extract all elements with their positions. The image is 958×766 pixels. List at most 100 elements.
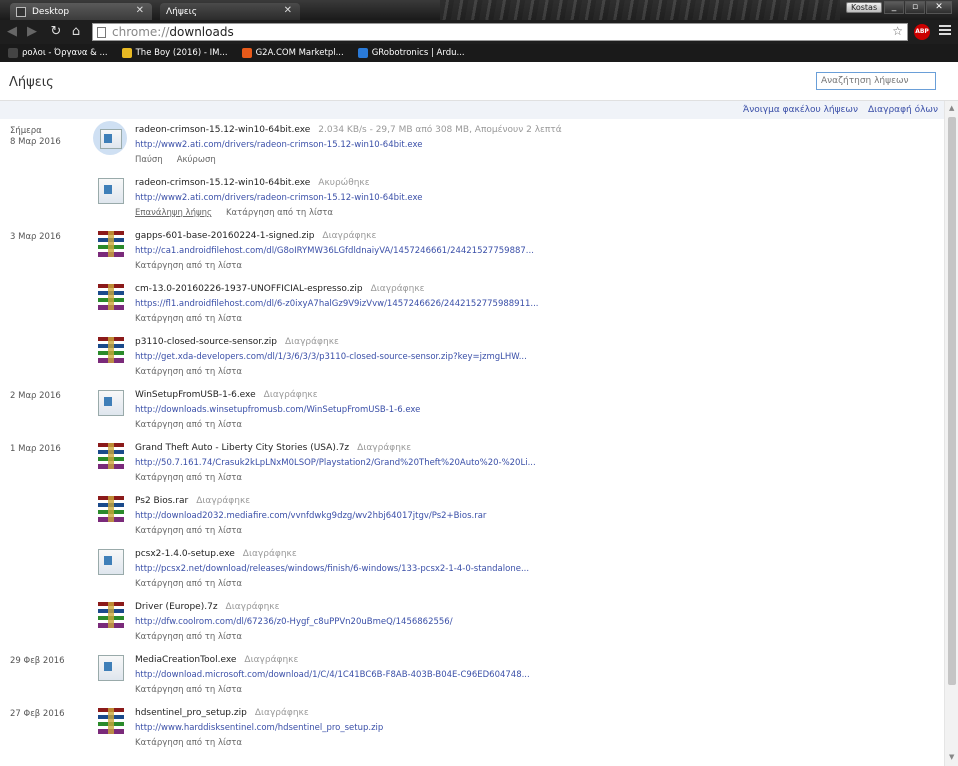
download-item: 3 Μαρ 2016 gapps-601-base-20160224-1-sign… <box>0 225 944 278</box>
chrome-menu-icon[interactable] <box>939 25 951 37</box>
executable-file-icon[interactable] <box>98 655 124 681</box>
download-actions: Κατάργηση από τη λίστα <box>135 367 256 377</box>
adblock-plus-icon[interactable]: ABP <box>914 24 930 40</box>
bookmarks-bar: ρολοι - Όργανα & ... The Boy (2016) - IM… <box>0 44 958 62</box>
download-action-link[interactable]: Κατάργηση από τη λίστα <box>135 367 242 377</box>
download-file-name[interactable]: Driver (Europe).7z Διαγράφηκε <box>135 602 279 612</box>
download-source-url[interactable]: http://dfw.coolrom.com/dl/67236/z0-Hygf_… <box>135 617 453 627</box>
download-file-name[interactable]: cm-13.0-20160226-1937-UNOFFICIAL-espress… <box>135 284 425 294</box>
search-downloads-input[interactable] <box>816 72 936 90</box>
download-action-link[interactable]: Κατάργηση από τη λίστα <box>135 738 242 748</box>
archive-file-icon[interactable] <box>98 708 124 734</box>
download-action-link[interactable]: Επανάληψη λήψης <box>135 208 212 218</box>
download-file-name[interactable]: pcsx2-1.4.0-setup.exe Διαγράφηκε <box>135 549 297 559</box>
download-actions: Κατάργηση από τη λίστα <box>135 579 256 589</box>
download-actions: Κατάργηση από τη λίστα <box>135 632 256 642</box>
bookmark-item[interactable]: G2A.COM Marketpl... <box>241 48 344 58</box>
download-date: 29 Φεβ 2016 <box>10 656 65 666</box>
scroll-up-icon[interactable]: ▲ <box>949 104 954 112</box>
bookmark-item[interactable]: GRobotronics | Ardu... <box>357 48 465 58</box>
bookmark-item[interactable]: The Boy (2016) - IM... <box>121 48 228 58</box>
download-source-url[interactable]: http://downloads.winsetupfromusb.com/Win… <box>135 405 420 415</box>
download-file-name[interactable]: MediaCreationTool.exe Διαγράφηκε <box>135 655 298 665</box>
download-actions: Κατάργηση από τη λίστα <box>135 261 256 271</box>
executable-file-icon[interactable] <box>98 549 124 575</box>
download-file-name[interactable]: Grand Theft Auto - Liberty City Stories … <box>135 443 411 453</box>
archive-file-icon[interactable] <box>98 602 124 628</box>
download-status: Διαγράφηκε <box>263 390 318 400</box>
download-action-link[interactable]: Κατάργηση από τη λίστα <box>135 579 242 589</box>
download-file-name[interactable]: WinSetupFromUSB-1-6.exe Διαγράφηκε <box>135 390 318 400</box>
download-progress-icon[interactable] <box>93 121 127 155</box>
download-item: cm-13.0-20160226-1937-UNOFFICIAL-espress… <box>0 278 944 331</box>
forward-arrow-icon[interactable]: ▶ <box>24 24 40 40</box>
bookmark-item[interactable]: ρολοι - Όργανα & ... <box>8 48 108 58</box>
download-action-link[interactable]: Κατάργηση από τη λίστα <box>135 420 242 430</box>
archive-file-icon[interactable] <box>98 231 124 257</box>
minimize-button[interactable]: _ <box>884 1 904 14</box>
page-title: Λήψεις <box>9 75 54 90</box>
executable-file-icon[interactable] <box>98 178 124 204</box>
home-icon[interactable]: ⌂ <box>68 24 84 40</box>
download-action-link[interactable]: Ακύρωση <box>177 155 216 165</box>
archive-file-icon[interactable] <box>98 284 124 310</box>
download-source-url[interactable]: http://50.7.161.74/Crasuk2kLpLNxM0LSOP/P… <box>135 458 536 468</box>
tab-downloads[interactable]: Λήψεις ✕ <box>160 3 300 20</box>
download-file-name[interactable]: Ps2 Bios.rar Διαγράφηκε <box>135 496 250 506</box>
clear-all-link[interactable]: Διαγραφή όλων <box>868 105 938 115</box>
download-actions: Επανάληψη λήψης Κατάργηση από τη λίστα <box>135 208 347 218</box>
download-source-url[interactable]: https://fl1.androidfilehost.com/dl/6-z0i… <box>135 299 539 309</box>
executable-file-icon[interactable] <box>98 390 124 416</box>
download-status: Διαγράφηκε <box>284 337 339 347</box>
reload-icon[interactable]: ↻ <box>48 24 64 40</box>
download-item: 2 Μαρ 2016 WinSetupFromUSB-1-6.exe Διαγράφ… <box>0 384 944 437</box>
download-item: Σήμερα 8 Μαρ 2016 radeon-crimson-15.12-win… <box>0 119 944 172</box>
download-source-url[interactable]: http://pcsx2.net/download/releases/windo… <box>135 564 529 574</box>
download-action-link[interactable]: Παύση <box>135 155 163 165</box>
archive-file-icon[interactable] <box>98 337 124 363</box>
tab-label: Desktop <box>32 6 70 17</box>
download-file-name[interactable]: gapps-601-base-20160224-1-signed.zip Διαγ… <box>135 231 376 241</box>
download-source-url[interactable]: http://www.harddisksentinel.com/hdsentin… <box>135 723 383 733</box>
close-window-button[interactable]: ✕ <box>926 1 952 14</box>
download-file-name[interactable]: radeon-crimson-15.12-win10-64bit.exe Ακυρ… <box>135 178 370 188</box>
download-item: pcsx2-1.4.0-setup.exe Διαγράφηκε http://pc… <box>0 543 944 596</box>
download-source-url[interactable]: http://get.xda-developers.com/dl/1/3/6/3… <box>135 352 527 362</box>
archive-file-icon[interactable] <box>98 496 124 522</box>
downloads-header: Λήψεις <box>0 63 958 101</box>
address-bar[interactable]: chrome://downloads ☆ <box>92 23 908 41</box>
download-action-link[interactable]: Κατάργηση από τη λίστα <box>135 261 242 271</box>
download-date: 3 Μαρ 2016 <box>10 232 61 242</box>
download-file-name[interactable]: hdsentinel_pro_setup.zip Διαγράφηκε <box>135 708 309 718</box>
download-source-url[interactable]: http://download2032.mediafire.com/vvnfdw… <box>135 511 486 521</box>
download-actions: Κατάργηση από τη λίστα <box>135 526 256 536</box>
download-actions: Κατάργηση από τη λίστα <box>135 738 256 748</box>
download-item: 1 Μαρ 2016 Grand Theft Auto - Liberty Cit… <box>0 437 944 490</box>
close-tab-icon[interactable]: ✕ <box>136 5 144 16</box>
scrollbar-thumb[interactable] <box>948 117 956 685</box>
scroll-down-icon[interactable]: ▼ <box>949 753 954 761</box>
download-action-link[interactable]: Κατάργηση από τη λίστα <box>135 632 242 642</box>
download-status: Διαγράφηκε <box>196 496 251 506</box>
archive-file-icon[interactable] <box>98 443 124 469</box>
tab-desktop[interactable]: Desktop ✕ <box>10 3 152 20</box>
download-file-name[interactable]: radeon-crimson-15.12-win10-64bit.exe 2.03… <box>135 125 562 135</box>
download-source-url[interactable]: http://ca1.androidfilehost.com/dl/G8oIRY… <box>135 246 534 256</box>
download-action-link[interactable]: Κατάργηση από τη λίστα <box>226 208 333 218</box>
download-source-url[interactable]: http://download.microsoft.com/download/1… <box>135 670 530 680</box>
download-action-link[interactable]: Κατάργηση από τη λίστα <box>135 526 242 536</box>
download-source-url[interactable]: http://www2.ati.com/drivers/radeon-crims… <box>135 140 422 150</box>
close-tab-icon[interactable]: ✕ <box>284 5 292 16</box>
download-file-name[interactable]: p3110-closed-source-sensor.zip Διαγράφηκε <box>135 337 339 347</box>
maximize-button[interactable]: ▫ <box>905 1 925 14</box>
download-action-link[interactable]: Κατάργηση από τη λίστα <box>135 685 242 695</box>
profile-button[interactable]: Kostas <box>846 2 883 13</box>
address-bar-url: chrome://downloads <box>112 25 234 39</box>
download-action-link[interactable]: Κατάργηση από τη λίστα <box>135 473 242 483</box>
open-downloads-folder-link[interactable]: Άνοιγμα φακέλου λήψεων <box>743 105 858 115</box>
download-action-link[interactable]: Κατάργηση από τη λίστα <box>135 314 242 324</box>
scrollbar[interactable]: ▲ ▼ <box>944 101 958 766</box>
bookmark-star-icon[interactable]: ☆ <box>892 24 903 38</box>
back-arrow-icon[interactable]: ◀ <box>4 24 20 40</box>
download-source-url[interactable]: http://www2.ati.com/drivers/radeon-crims… <box>135 193 422 203</box>
